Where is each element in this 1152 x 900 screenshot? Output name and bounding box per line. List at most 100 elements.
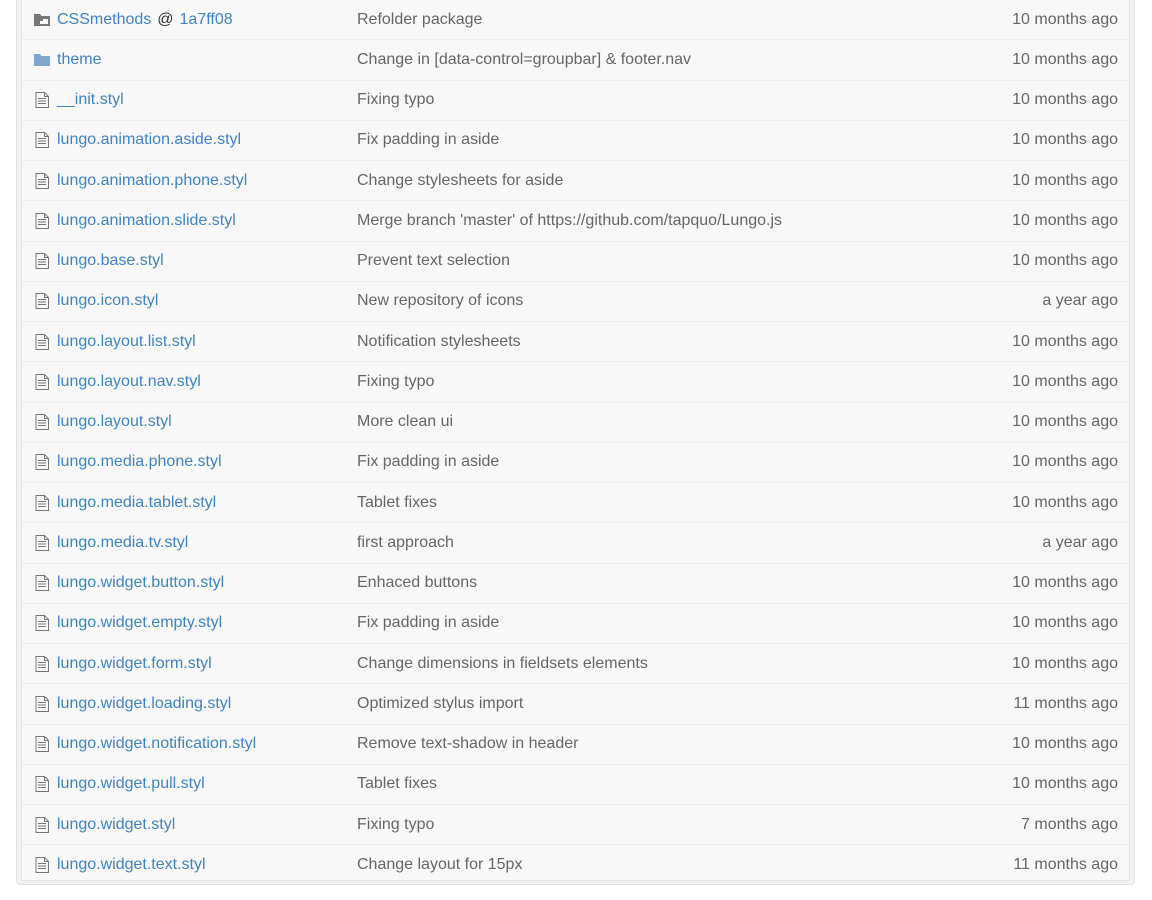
- file-name-cell: lungo.base.styl: [57, 252, 164, 270]
- file-tree-table: CSSmethods @1a7ff08 Refolder package 10 mon…: [21, 0, 1130, 881]
- file-row: CSSmethods @1a7ff08 Refolder package 10 mon…: [22, 0, 1129, 41]
- file-row: lungo.widget.notification.styl Remove tex…: [22, 725, 1129, 765]
- commit-message: Fix padding in aside: [357, 131, 500, 149]
- file-row: lungo.media.tablet.styl Tablet fixes 10 mo…: [22, 483, 1129, 524]
- commit-message: New repository of icons: [357, 292, 524, 310]
- file-link[interactable]: lungo.animation.aside.styl: [57, 131, 241, 148]
- file-icon: [34, 655, 50, 672]
- file-row: lungo.widget.loading.styl Optimized stylu…: [22, 684, 1129, 725]
- commit-message: first approach: [357, 533, 454, 551]
- file-icon: [34, 494, 50, 511]
- file-name-cell: lungo.widget.styl: [57, 816, 175, 834]
- file-link[interactable]: lungo.media.tv.styl: [57, 534, 188, 551]
- commit-message: Fixing typo: [357, 372, 435, 390]
- file-name-cell: lungo.widget.notification.styl: [57, 735, 256, 753]
- commit-age: 10 months ago: [1012, 372, 1118, 390]
- file-link[interactable]: lungo.media.tablet.styl: [57, 494, 216, 511]
- file-row: lungo.widget.text.styl Change layout for …: [22, 845, 1129, 885]
- file-row: lungo.media.phone.styl Fix padding in asi…: [22, 443, 1129, 483]
- file-row: lungo.media.tv.styl first approach a year …: [22, 523, 1129, 564]
- file-name-cell: lungo.layout.styl: [57, 413, 172, 431]
- file-row: lungo.layout.styl More clean ui 10 months …: [22, 403, 1129, 443]
- file-link[interactable]: lungo.widget.styl: [57, 816, 175, 833]
- file-row: lungo.animation.aside.styl Fix padding in…: [22, 121, 1129, 161]
- file-name-cell: lungo.media.tv.styl: [57, 534, 188, 552]
- commit-message: Tablet fixes: [357, 493, 438, 511]
- file-link[interactable]: lungo.widget.empty.styl: [57, 614, 222, 631]
- file-link[interactable]: lungo.layout.styl: [57, 413, 172, 430]
- file-icon: [34, 534, 50, 551]
- file-link[interactable]: lungo.layout.list.styl: [57, 333, 196, 350]
- folder-icon: [34, 52, 50, 68]
- file-link[interactable]: lungo.widget.notification.styl: [57, 735, 256, 752]
- file-icon: [34, 132, 50, 149]
- commit-message: Change in [data-control=groupbar] & foot…: [357, 50, 691, 68]
- commit-age: 10 months ago: [1012, 332, 1118, 350]
- commit-age: 11 months ago: [1013, 856, 1118, 874]
- commit-message: Fixing typo: [357, 815, 435, 833]
- file-icon: [34, 293, 50, 310]
- file-link[interactable]: lungo.widget.pull.styl: [57, 775, 205, 792]
- file-name-cell: CSSmethods @1a7ff08: [57, 11, 233, 29]
- file-link[interactable]: lungo.base.styl: [57, 252, 164, 269]
- file-icon: [34, 253, 50, 270]
- file-name-cell: lungo.widget.button.styl: [57, 574, 224, 592]
- file-name-cell: lungo.layout.list.styl: [57, 333, 196, 351]
- file-name-cell: lungo.media.phone.styl: [57, 453, 222, 471]
- commit-age: 10 months ago: [1012, 574, 1118, 592]
- commit-age: 10 months ago: [1012, 211, 1118, 229]
- folder-link[interactable]: theme: [57, 51, 101, 68]
- file-name-cell: lungo.widget.text.styl: [57, 856, 206, 874]
- at-separator: @: [157, 10, 174, 28]
- commit-age: 10 months ago: [1012, 131, 1118, 149]
- commit-message: Merge branch 'master' of https://github.…: [357, 211, 783, 229]
- file-link[interactable]: lungo.widget.loading.styl: [57, 695, 231, 712]
- file-name-cell: lungo.animation.slide.styl: [57, 212, 236, 230]
- file-name-cell: lungo.animation.aside.styl: [57, 131, 241, 149]
- file-icon: [34, 333, 50, 350]
- file-row: lungo.animation.phone.styl Change stylesh…: [22, 161, 1129, 202]
- file-row: lungo.widget.pull.styl Tablet fixes 10 mon…: [22, 765, 1129, 805]
- file-row: lungo.widget.form.styl Change dimensions …: [22, 644, 1129, 685]
- commit-age: 10 months ago: [1012, 493, 1118, 511]
- file-link[interactable]: lungo.animation.phone.styl: [57, 172, 247, 189]
- commit-age: 10 months ago: [1012, 10, 1118, 28]
- file-icon: [34, 816, 50, 833]
- commit-message: Enhaced buttons: [357, 574, 478, 592]
- commit-message: Prevent text selection: [357, 252, 510, 270]
- file-icon: [34, 615, 50, 632]
- submodule-icon: [34, 12, 50, 28]
- file-link[interactable]: lungo.layout.nav.styl: [57, 373, 201, 390]
- file-link[interactable]: lungo.widget.button.styl: [57, 574, 224, 591]
- file-icon: [34, 736, 50, 753]
- commit-message: Change stylesheets for aside: [357, 171, 564, 189]
- commit-age: 10 months ago: [1012, 413, 1118, 431]
- commit-age: 10 months ago: [1012, 614, 1118, 632]
- file-link[interactable]: lungo.widget.form.styl: [57, 655, 212, 672]
- file-name-cell: lungo.icon.styl: [57, 292, 158, 310]
- file-browser-panel: CSSmethods @1a7ff08 Refolder package 10 mon…: [16, 0, 1135, 885]
- file-name-cell: lungo.widget.loading.styl: [57, 695, 231, 713]
- file-link[interactable]: __init.styl: [57, 91, 124, 108]
- commit-message: Change layout for 15px: [357, 856, 523, 874]
- file-icon: [34, 575, 50, 592]
- commit-message: More clean ui: [357, 413, 454, 431]
- file-link[interactable]: lungo.animation.slide.styl: [57, 212, 236, 229]
- file-icon: [34, 212, 50, 229]
- submodule-link[interactable]: CSSmethods: [57, 11, 151, 28]
- commit-message: Notification stylesheets: [357, 332, 521, 350]
- file-name-cell: lungo.widget.form.styl: [57, 655, 212, 673]
- file-link[interactable]: lungo.widget.text.styl: [57, 856, 206, 873]
- commit-age: 11 months ago: [1013, 694, 1118, 712]
- file-link[interactable]: lungo.icon.styl: [57, 292, 158, 309]
- submodule-commit-link[interactable]: 1a7ff08: [180, 11, 233, 28]
- file-row: lungo.widget.empty.styl Fix padding in as…: [22, 604, 1129, 644]
- file-row: lungo.layout.nav.styl Fixing typo 10 month…: [22, 362, 1129, 403]
- commit-age: 10 months ago: [1012, 91, 1118, 109]
- file-link[interactable]: lungo.media.phone.styl: [57, 453, 222, 470]
- file-icon: [34, 172, 50, 189]
- file-row: lungo.widget.styl Fixing typo 7 months ago: [22, 805, 1129, 846]
- commit-age: 10 months ago: [1012, 171, 1118, 189]
- commit-age: 10 months ago: [1012, 453, 1118, 471]
- commit-age: 10 months ago: [1012, 252, 1118, 270]
